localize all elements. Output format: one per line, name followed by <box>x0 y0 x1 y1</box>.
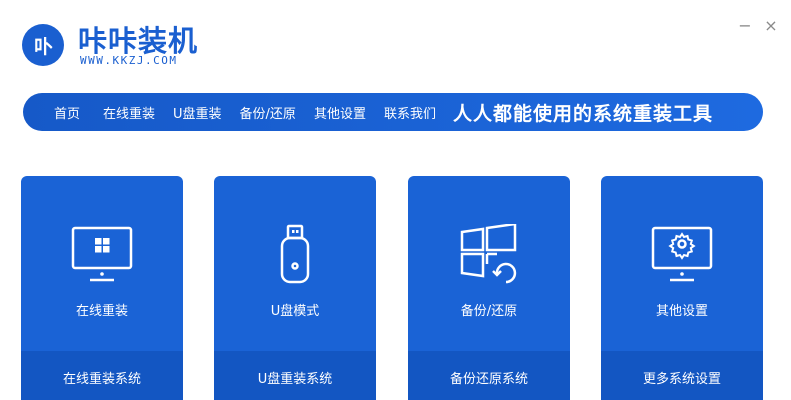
nav-item-contact-us[interactable]: 联系我们 <box>375 93 445 131</box>
card-label: 备份/还原 <box>460 304 518 319</box>
nav-item-home[interactable]: 首页 <box>23 93 94 131</box>
nav-item-backup-restore[interactable]: 备份/还原 <box>231 93 305 131</box>
monitor-gear-icon <box>601 224 763 286</box>
logo-mark-text: 卟 <box>33 35 53 58</box>
card-label: 其他设置 <box>655 304 708 319</box>
window-controls: − × <box>737 18 779 34</box>
nav-item-online-reinstall[interactable]: 在线重装 <box>94 93 164 131</box>
close-button[interactable]: × <box>763 18 779 34</box>
card-other-settings[interactable]: 其他设置 更多系统设置 <box>601 176 763 400</box>
card-footer-button[interactable]: 更多系统设置 <box>601 351 763 400</box>
main-navbar: 首页 在线重装 U盘重装 备份/还原 其他设置 联系我们 人人都能使用的系统重装… <box>23 93 763 131</box>
nav-item-usb-reinstall[interactable]: U盘重装 <box>164 93 231 131</box>
app-url: WWW.KKZJ.COM <box>80 54 178 67</box>
app-logo-mark: 卟 <box>22 24 64 66</box>
card-label: 在线重装 <box>75 304 128 319</box>
card-label: U盘模式 <box>270 304 320 319</box>
card-footer-button[interactable]: 备份还原系统 <box>408 351 570 400</box>
card-footer-button[interactable]: 在线重装系统 <box>21 351 183 400</box>
monitor-windows-icon <box>21 224 183 286</box>
card-backup-restore[interactable]: 备份/还原 备份还原系统 <box>408 176 570 400</box>
card-online-reinstall[interactable]: 在线重装 在线重装系统 <box>21 176 183 400</box>
usb-drive-icon <box>214 224 376 286</box>
nav-slogan: 人人都能使用的系统重装工具 <box>452 102 713 125</box>
card-usb-mode[interactable]: U盘模式 U盘重装系统 <box>214 176 376 400</box>
card-footer-button[interactable]: U盘重装系统 <box>214 351 376 400</box>
windows-restore-icon <box>408 224 570 286</box>
minimize-button[interactable]: − <box>737 18 753 34</box>
nav-item-other-settings[interactable]: 其他设置 <box>305 93 375 131</box>
